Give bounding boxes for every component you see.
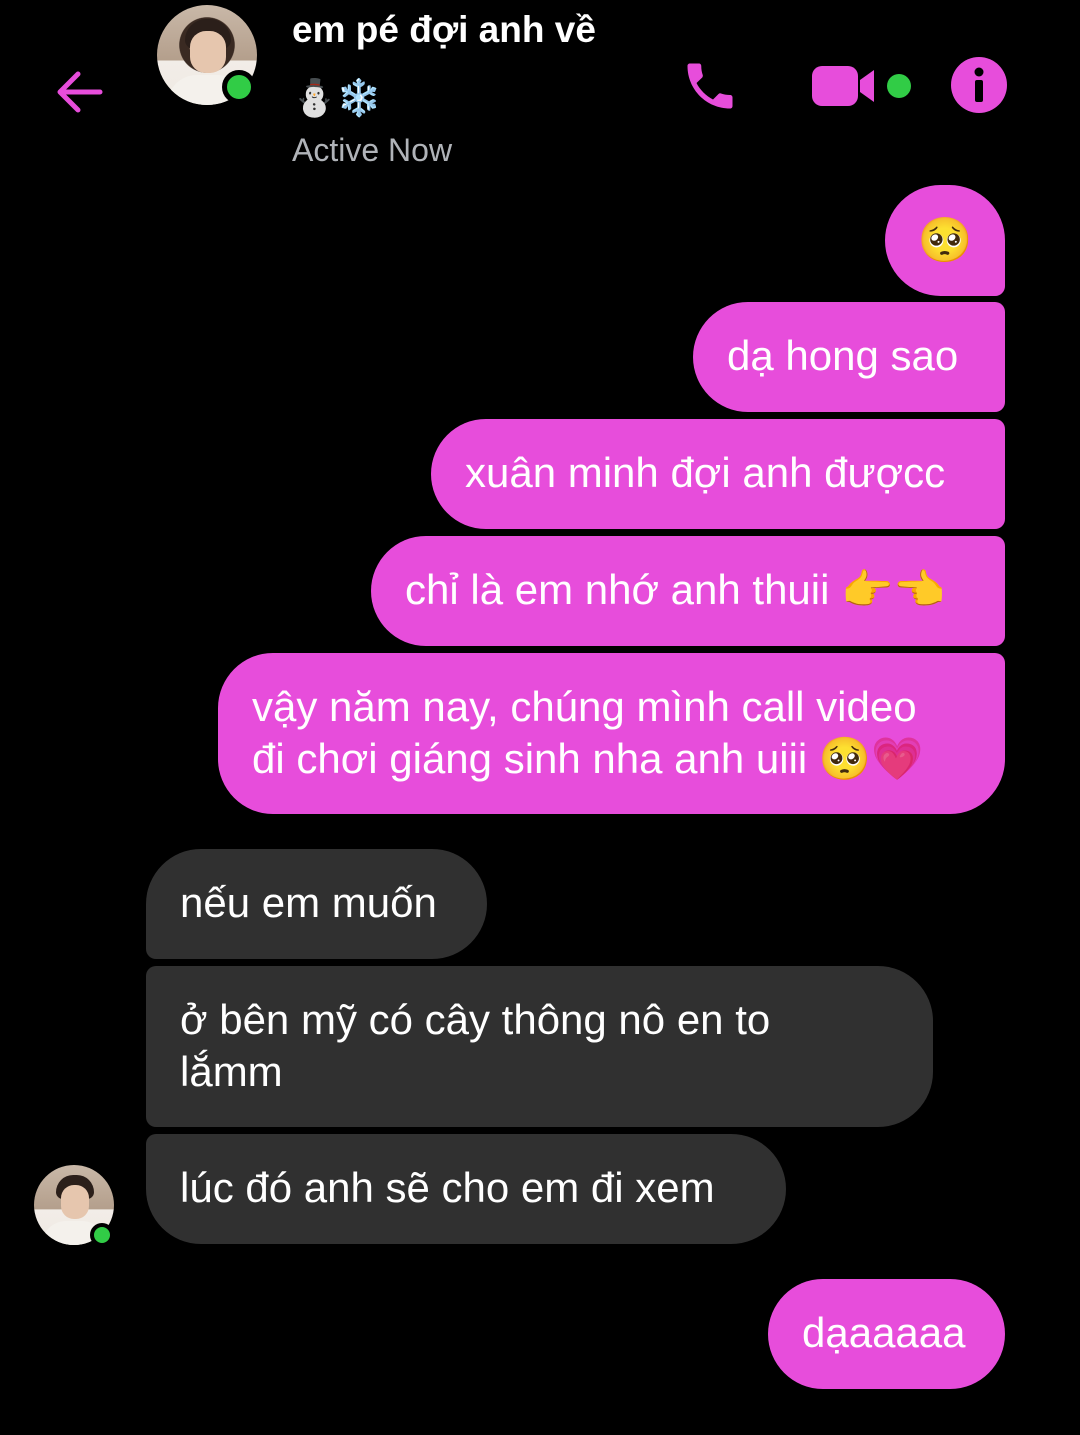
info-icon[interactable] — [950, 56, 1008, 114]
message-bubble-outgoing[interactable]: dạaaaaa — [768, 1279, 1005, 1389]
message-bubble-outgoing[interactable]: dạ hong sao — [693, 302, 1005, 412]
video-active-dot — [887, 74, 911, 98]
message-bubble-outgoing[interactable]: vậy năm nay, chúng mình call video đi ch… — [218, 653, 1005, 814]
message-bubble-outgoing[interactable]: xuân minh đợi anh đượcc — [431, 419, 1005, 529]
message-bubble-outgoing[interactable]: chỉ là em nhớ anh thuii 👉👈 — [371, 536, 1005, 646]
sender-online-indicator — [90, 1223, 114, 1247]
message-bubble-outgoing[interactable]: 🥺 — [885, 185, 1005, 296]
phone-icon[interactable] — [680, 56, 740, 116]
chat-header: em pé đợi anh về ⛄❄️ Active Now — [0, 0, 1080, 180]
active-status: Active Now — [292, 132, 453, 168]
contact-name-emojis: ⛄❄️ — [292, 77, 382, 118]
message-bubble-incoming[interactable]: lúc đó anh sẽ cho em đi xem — [146, 1134, 786, 1244]
message-bubble-incoming[interactable]: nếu em muốn — [146, 849, 487, 959]
online-indicator — [222, 70, 256, 104]
contact-name[interactable]: em pé đợi anh về — [292, 6, 596, 54]
message-bubble-incoming[interactable]: ở bên mỹ có cây thông nô en to lắmm — [146, 966, 933, 1127]
video-camera-icon[interactable] — [810, 62, 880, 110]
back-arrow-icon[interactable] — [50, 62, 110, 122]
